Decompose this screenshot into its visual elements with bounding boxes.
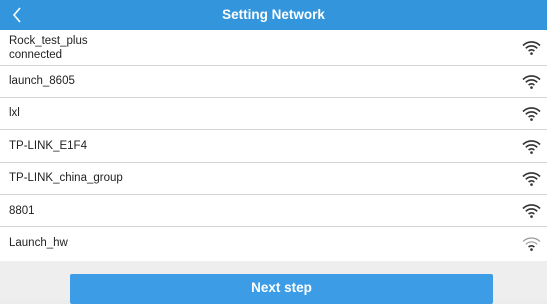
network-row-lxl[interactable]: lxl xyxy=(0,98,547,130)
wifi-signal-icon xyxy=(522,140,541,154)
network-status: connected xyxy=(9,49,63,61)
network-name: Rock_test_plus xyxy=(9,35,88,47)
wifi-signal-icon xyxy=(522,172,541,186)
network-row-launch-8605[interactable]: launch_8605 xyxy=(0,66,547,98)
network-row-8801[interactable]: 8801 xyxy=(0,195,547,227)
wifi-signal-icon xyxy=(522,107,541,121)
footer-bar: Next step xyxy=(0,261,547,304)
network-name: TP-LINK_E1F4 xyxy=(9,140,87,152)
network-name: lxl xyxy=(9,107,20,119)
network-row-launch-hw[interactable]: Launch_hw xyxy=(0,227,547,261)
page-title: Setting Network xyxy=(222,7,325,22)
network-row-tp-link-e1f4[interactable]: TP-LINK_E1F4 xyxy=(0,130,547,163)
network-name: launch_8605 xyxy=(9,75,75,87)
network-name: 8801 xyxy=(9,205,35,217)
wifi-signal-icon xyxy=(522,41,541,55)
wifi-signal-icon xyxy=(522,204,541,218)
network-row-rock-test-plus[interactable]: Rock_test_plus connected xyxy=(0,30,547,66)
network-row-tp-link-china-group[interactable]: TP-LINK_china_group xyxy=(0,163,547,195)
wifi-weak-signal-icon xyxy=(522,237,541,251)
wifi-signal-icon xyxy=(522,75,541,89)
network-name: TP-LINK_china_group xyxy=(9,172,123,184)
network-name: Launch_hw xyxy=(9,237,68,249)
app-header: Setting Network xyxy=(0,0,547,30)
network-list: Rock_test_plus connected launch_8605 lxl… xyxy=(0,30,547,261)
